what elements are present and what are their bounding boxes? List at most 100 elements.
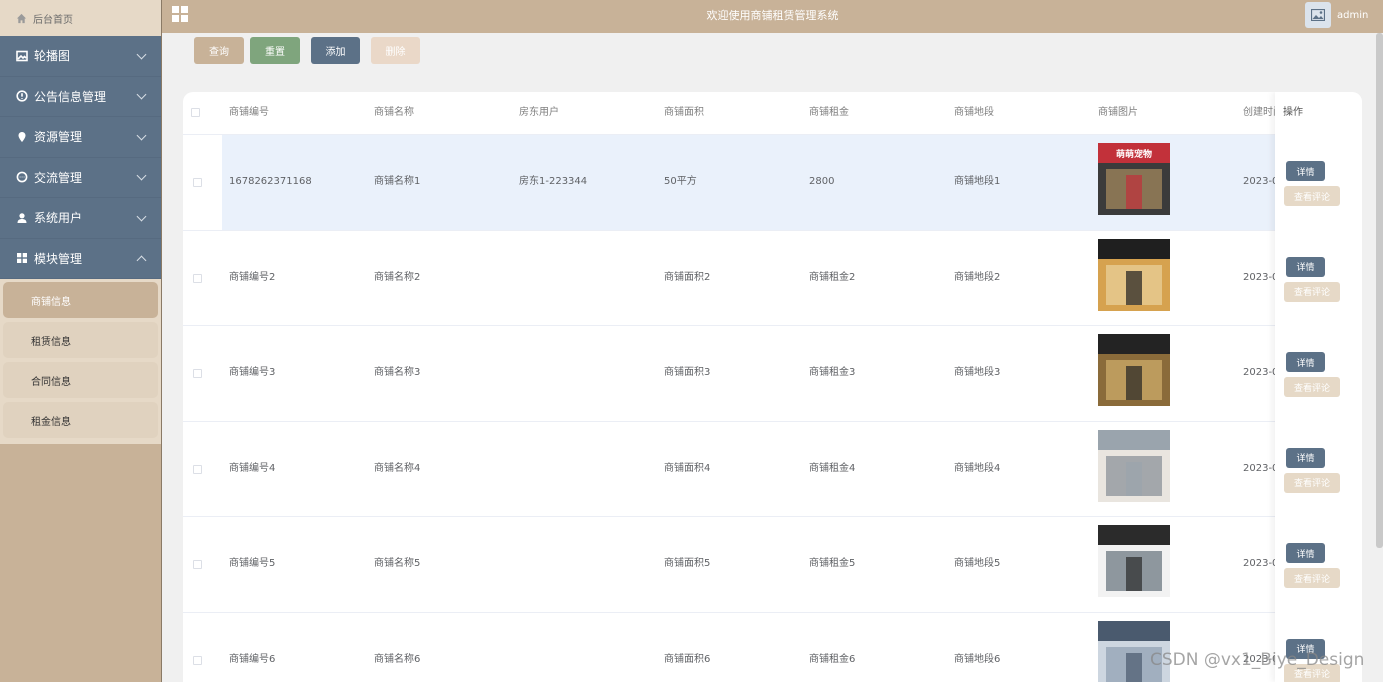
sidebar-item-system-user[interactable]: 系统用户 — [0, 198, 161, 239]
cell-rent: 2800 — [809, 176, 835, 187]
sidebar-item-resource[interactable]: 资源管理 — [0, 117, 161, 158]
cell-code: 商铺编号4 — [229, 462, 276, 474]
column-header-created: 创建时间 — [1243, 107, 1275, 118]
cell-code: 商铺编号6 — [229, 653, 276, 665]
cell-rent: 商铺租金3 — [809, 367, 856, 378]
row-checkbox[interactable] — [193, 178, 202, 187]
sidebar-item-label: 交流管理 — [34, 170, 83, 185]
cell-area: 50平方 — [664, 176, 697, 187]
shop-thumbnail[interactable] — [1098, 525, 1170, 597]
cell-area: 商铺面积6 — [664, 653, 711, 665]
cell-created: 2023-0 — [1243, 271, 1275, 283]
module-submenu: 商铺信息 租赁信息 合同信息 租金信息 — [0, 279, 161, 444]
sidebar-item-label: 模块管理 — [34, 251, 83, 266]
row-checkbox[interactable] — [193, 369, 202, 378]
sidebar-item-label: 公告信息管理 — [34, 89, 107, 104]
shop-photo-icon — [1098, 525, 1170, 597]
sidebar-item-notice[interactable]: 公告信息管理 — [0, 76, 161, 117]
sidebar-subitem-shop-info[interactable]: 商铺信息 — [3, 282, 158, 318]
location-pin-icon — [18, 131, 26, 142]
thumbnail-text: 萌萌宠物 — [1116, 148, 1152, 160]
select-all-checkbox[interactable] — [191, 108, 200, 117]
cell-location: 商铺地段5 — [954, 558, 1001, 569]
shop-thumbnail[interactable] — [1098, 429, 1170, 502]
shop-photo-icon — [1098, 429, 1170, 502]
table-row[interactable]: 商铺编号3 商铺名称3 商铺面积3 商铺租金3 商铺地段3 2023-0 — [183, 325, 1362, 421]
view-reviews-button[interactable]: 查看评论 — [1284, 186, 1340, 206]
table-row[interactable]: 商铺编号2 商铺名称2 商铺面积2 商铺租金2 商铺地段2 2023-0 — [183, 229, 1362, 326]
sidebar-item-carousel[interactable]: 轮播图 — [0, 36, 161, 77]
detail-button[interactable]: 详情 — [1286, 161, 1325, 181]
top-header: 欢迎使用商铺租赁管理系统 admin — [162, 0, 1383, 33]
cell-location: 商铺地段2 — [954, 271, 1001, 283]
view-reviews-button[interactable]: 查看评论 — [1284, 568, 1340, 588]
watermark-text: CSDN @vx1_Biye_Design — [1150, 650, 1365, 670]
chevron-down-icon — [136, 89, 147, 100]
reset-button[interactable]: 重置 — [250, 37, 300, 64]
username[interactable]: admin — [1337, 0, 1368, 32]
view-reviews-button[interactable]: 查看评论 — [1284, 281, 1340, 302]
detail-button[interactable]: 详情 — [1286, 352, 1325, 372]
avatar[interactable] — [1305, 2, 1331, 28]
cell-code: 商铺编号3 — [229, 367, 276, 378]
cell-created: 2023-0 — [1243, 367, 1275, 378]
sidebar-item-module[interactable]: 模块管理 — [0, 238, 161, 279]
sidebar: 后台首页 轮播图 公告信息管理 资源管理 交流管理 系统用户 模块管理 商铺信息… — [0, 0, 162, 682]
row-checkbox[interactable] — [193, 655, 202, 665]
column-header-image: 商铺图片 — [1098, 107, 1138, 118]
detail-button[interactable]: 详情 — [1286, 543, 1325, 563]
cell-code: 商铺编号2 — [229, 271, 276, 283]
detail-button[interactable]: 详情 — [1286, 256, 1325, 277]
cell-area: 商铺面积2 — [664, 271, 711, 283]
sidebar-home-label: 后台首页 — [33, 14, 73, 26]
table-row[interactable]: 商铺编号5 商铺名称5 商铺面积5 商铺租金5 商铺地段5 2023-0 — [183, 516, 1362, 612]
home-icon — [16, 13, 27, 23]
cell-name: 商铺名称4 — [374, 462, 421, 474]
shop-thumbnail[interactable]: 萌萌宠物 — [1098, 143, 1170, 215]
query-button[interactable]: 查询 — [194, 37, 244, 64]
view-reviews-button[interactable]: 查看评论 — [1284, 377, 1340, 397]
column-header-location: 商铺地段 — [954, 107, 994, 118]
shop-thumbnail[interactable] — [1098, 334, 1170, 406]
shop-photo-icon — [1098, 334, 1170, 406]
cell-rent: 商铺租金4 — [809, 462, 856, 474]
chevron-up-icon — [136, 255, 147, 266]
table-row[interactable]: 商铺编号4 商铺名称4 商铺面积4 商铺租金4 商铺地段4 2023-0 — [183, 420, 1362, 517]
row-checkbox[interactable] — [193, 464, 202, 474]
sidebar-home[interactable]: 后台首页 — [0, 0, 161, 36]
cell-created: 2023-0 — [1243, 176, 1275, 187]
shop-thumbnail[interactable] — [1098, 238, 1170, 311]
sidebar-item-communication[interactable]: 交流管理 — [0, 157, 161, 198]
delete-button[interactable]: 删除 — [371, 37, 420, 64]
cell-rent: 商铺租金6 — [809, 653, 856, 665]
row-checkbox[interactable] — [193, 560, 202, 569]
table-header: 商铺编号 商铺名称 房东用户 商铺面积 商铺租金 商铺地段 商铺图片 创建时间 — [183, 92, 1362, 134]
shop-photo-icon — [1098, 238, 1170, 311]
cell-created: 2023-0 — [1243, 653, 1275, 665]
page-scrollbar[interactable] — [1376, 33, 1383, 548]
user-icon — [17, 212, 27, 223]
sidebar-subitem-lease-info[interactable]: 租赁信息 — [3, 322, 158, 358]
info-circle-icon — [16, 90, 28, 102]
cell-name: 商铺名称2 — [374, 271, 421, 283]
column-header-actions: 操作 — [1283, 107, 1303, 118]
sidebar-item-label: 轮播图 — [34, 49, 71, 64]
cell-name: 商铺名称3 — [374, 367, 421, 378]
add-button[interactable]: 添加 — [311, 37, 360, 64]
sidebar-subitem-contract-info[interactable]: 合同信息 — [3, 362, 158, 398]
cell-location: 商铺地段4 — [954, 462, 1001, 474]
actions-column: 操作 详情 查看评论 详情 查看评论 详情 查看评论 详情 查看评论 详情 查看评论 详情 查看评论 — [1275, 92, 1362, 682]
cell-location: 商铺地段3 — [954, 367, 1001, 378]
column-header-code: 商铺编号 — [229, 107, 269, 118]
sidebar-item-label: 系统用户 — [34, 211, 83, 226]
grid-icon — [17, 253, 27, 264]
cell-name: 商铺名称1 — [374, 176, 421, 187]
table-row[interactable]: 商铺编号6 商铺名称6 商铺面积6 商铺租金6 商铺地段6 2023-0 — [183, 611, 1362, 682]
column-header-area: 商铺面积 — [664, 107, 704, 118]
row-checkbox[interactable] — [193, 273, 202, 283]
view-reviews-button[interactable]: 查看评论 — [1284, 472, 1340, 493]
sidebar-subitem-rent-info[interactable]: 租金信息 — [3, 402, 158, 438]
detail-button[interactable]: 详情 — [1286, 447, 1325, 468]
shop-photo-icon: 萌萌宠物 — [1098, 143, 1170, 215]
table-row[interactable]: 1678262371168 商铺名称1 房东1-223344 50平方 2800 商铺地段… — [183, 134, 1362, 230]
